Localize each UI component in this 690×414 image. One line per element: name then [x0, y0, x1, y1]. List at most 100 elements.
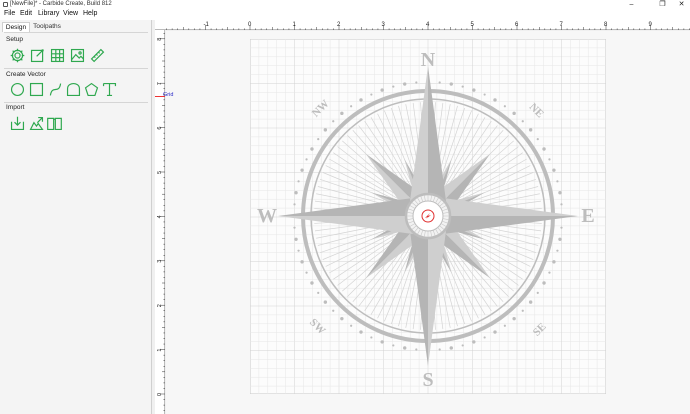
compass-dot [293, 226, 296, 229]
compass-dot [340, 111, 344, 116]
ruler-left-label: 2 [157, 304, 163, 307]
compass-dot [461, 85, 464, 88]
edit-button[interactable] [29, 47, 46, 64]
compass-dot [300, 260, 304, 264]
section-create-vector-label: Create Vector [6, 71, 46, 78]
compass-dot [558, 191, 562, 195]
curve-tool-button[interactable] [47, 81, 64, 98]
menu-edit[interactable]: Edit [20, 10, 32, 17]
compass-dot [310, 147, 314, 151]
ruler-top[interactable]: -101234567891 [155, 20, 690, 30]
compass-dot [461, 344, 464, 347]
compass-dot [392, 344, 395, 347]
import-icon [10, 116, 25, 131]
polygon-icon [84, 82, 99, 97]
polyline-tool-button[interactable] [65, 81, 82, 98]
compass-letter-s: S [422, 369, 433, 391]
ruler-top-label: 7 [560, 22, 564, 28]
ruler-top-label: 6 [515, 22, 519, 28]
window-title: [NewFile]* - Carbide Create, Build 812 [10, 0, 112, 7]
tab-design[interactable]: Design [2, 22, 30, 32]
ruler-top-label: 9 [649, 22, 653, 28]
menu-file[interactable]: File [4, 10, 15, 17]
measure-button[interactable] [89, 47, 106, 64]
compass-dot [449, 346, 453, 350]
panel-divider [4, 68, 148, 69]
ruler-top-label: 8 [604, 22, 608, 28]
compass-dot [350, 105, 353, 108]
menu-help[interactable]: Help [83, 10, 97, 17]
compass-dot [483, 336, 486, 339]
compass-dot [323, 128, 328, 132]
compass-dot [392, 85, 395, 88]
circle-tool-button[interactable] [9, 81, 26, 98]
close-button[interactable]: ✕ [675, 0, 688, 9]
compass-dot [380, 88, 384, 92]
ruler-left[interactable]: 8 7 6 5 4 3 2 1 0 [155, 30, 165, 414]
ruler-top-ticks: -101234567891 [166, 22, 690, 30]
compass-dot [528, 128, 533, 132]
ruler-top-label: 4 [426, 22, 430, 28]
compass-dot [542, 147, 546, 151]
circle-icon [10, 82, 25, 97]
compass-dot [521, 120, 524, 123]
compass-dot [556, 249, 559, 252]
panel-divider [4, 102, 148, 103]
compass-letter-n: N [421, 49, 436, 71]
compass-dot [493, 98, 497, 102]
compass-dot [294, 191, 298, 195]
compass-dot [300, 168, 304, 172]
tab-toolpaths[interactable]: Toolpaths [32, 22, 62, 32]
compass-dot [528, 300, 533, 304]
job-setup-button[interactable] [9, 47, 26, 64]
ruler-top-label: 5 [471, 22, 475, 28]
library-button[interactable] [46, 115, 63, 132]
maximize-button[interactable]: ❐ [656, 0, 669, 9]
import-button[interactable] [9, 115, 26, 132]
compass-dot [493, 330, 497, 334]
compass-dot [380, 340, 384, 344]
compass-dot [438, 81, 441, 84]
compass-dot [305, 158, 308, 161]
ruler-left-label: 3 [157, 260, 163, 263]
compass-letter-e: E [581, 205, 594, 227]
image-icon [70, 48, 85, 63]
compass-dot [293, 203, 296, 206]
edit-icon [30, 49, 44, 63]
compass-dot [403, 82, 407, 86]
compass-dot [548, 158, 551, 161]
grid-button[interactable] [49, 47, 66, 64]
compass-dot [512, 316, 516, 321]
compass-dot [317, 291, 320, 294]
minimize-button[interactable]: – [625, 0, 638, 9]
ruler-left-ticks: 8 7 6 5 4 3 2 1 0 [157, 33, 165, 411]
compass-dot [438, 348, 441, 351]
section-import-label: Import [6, 104, 25, 111]
compass-dot [521, 309, 524, 312]
text-tool-button[interactable] [101, 81, 118, 98]
ruler-left-label: 7 [157, 82, 163, 85]
compass-dot [294, 237, 298, 241]
gear-icon [10, 48, 25, 63]
compass-dot [472, 88, 476, 92]
ruler-top-label: -1 [204, 22, 210, 28]
compass-dot [317, 138, 320, 141]
polygon-tool-button[interactable] [83, 81, 100, 98]
menu-library[interactable]: Library [38, 10, 59, 17]
import-bitmap-button[interactable] [28, 115, 45, 132]
import-bitmap-icon [29, 116, 44, 131]
ruler-top-label: 3 [382, 22, 386, 28]
compass-dot [359, 98, 363, 102]
compass-dot [332, 120, 335, 123]
compass-dot [552, 168, 556, 172]
image-button[interactable] [69, 47, 86, 64]
compass-dot [536, 138, 539, 141]
rectangle-tool-button[interactable] [28, 81, 45, 98]
ruler-left-label: 8 [157, 38, 163, 41]
compass-dot [297, 249, 300, 252]
text-icon [102, 82, 117, 97]
ruler-top-label: 1 [293, 22, 297, 28]
compass-dot [310, 281, 314, 285]
stock-material[interactable]: NSEWNENWSESW [250, 39, 606, 394]
menu-view[interactable]: View [63, 10, 78, 17]
